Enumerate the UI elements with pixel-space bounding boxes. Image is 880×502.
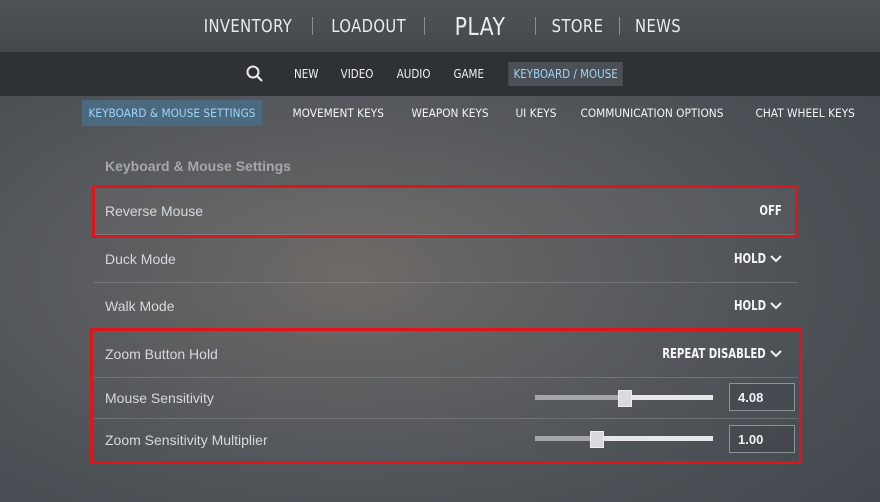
subnav-audio[interactable]: AUDIO — [392, 62, 436, 86]
tab-play[interactable]: PLAY — [451, 12, 508, 41]
settings-category-nav: NEW VIDEO AUDIO GAME KEYBOARD / MOUSE — [0, 52, 880, 96]
tab-loadout[interactable]: LOADOUT — [328, 16, 409, 37]
highlight-box-reverse-mouse — [92, 185, 798, 238]
nav-divider — [535, 17, 537, 35]
nav-divider — [619, 17, 621, 35]
setting-label: Walk Mode — [105, 298, 175, 314]
subnav-new[interactable]: NEW — [289, 62, 324, 86]
search-icon[interactable] — [245, 64, 265, 84]
walk-mode-value[interactable]: HOLD — [734, 299, 766, 314]
nav-divider — [424, 17, 426, 35]
duck-mode-value[interactable]: HOLD — [734, 252, 766, 267]
nav-divider — [311, 17, 313, 35]
highlight-box-zoom-sensitivity — [90, 328, 802, 464]
tab-store[interactable]: STORE — [548, 16, 606, 37]
tab-movement-keys[interactable]: MOVEMENT KEYS — [286, 100, 390, 126]
settings-tabs: KEYBOARD & MOUSE SETTINGS MOVEMENT KEYS … — [0, 96, 880, 130]
setting-row-walk-mode[interactable]: Walk Mode HOLD — [94, 283, 798, 330]
subnav-game[interactable]: GAME — [449, 62, 490, 86]
tab-keyboard-mouse-settings[interactable]: KEYBOARD & MOUSE SETTINGS — [82, 100, 262, 126]
setting-row-duck-mode[interactable]: Duck Mode HOLD — [94, 236, 798, 283]
tab-communication-options[interactable]: COMMUNICATION OPTIONS — [574, 100, 730, 126]
tab-news[interactable]: NEWS — [632, 16, 685, 37]
chevron-down-icon[interactable] — [770, 302, 782, 310]
subnav-video[interactable]: VIDEO — [336, 62, 379, 86]
chevron-down-icon[interactable] — [770, 255, 782, 263]
tab-chat-wheel-keys[interactable]: CHAT WHEEL KEYS — [749, 100, 861, 126]
tab-weapon-keys[interactable]: WEAPON KEYS — [405, 100, 495, 126]
tab-ui-keys[interactable]: UI KEYS — [509, 100, 563, 126]
top-nav: INVENTORY LOADOUT PLAY STORE NEWS — [0, 0, 880, 52]
tab-inventory[interactable]: INVENTORY — [200, 16, 295, 37]
setting-label: Duck Mode — [105, 251, 176, 267]
section-title: Keyboard & Mouse Settings — [105, 158, 291, 174]
subnav-keyboard-mouse[interactable]: KEYBOARD / MOUSE — [508, 62, 623, 86]
